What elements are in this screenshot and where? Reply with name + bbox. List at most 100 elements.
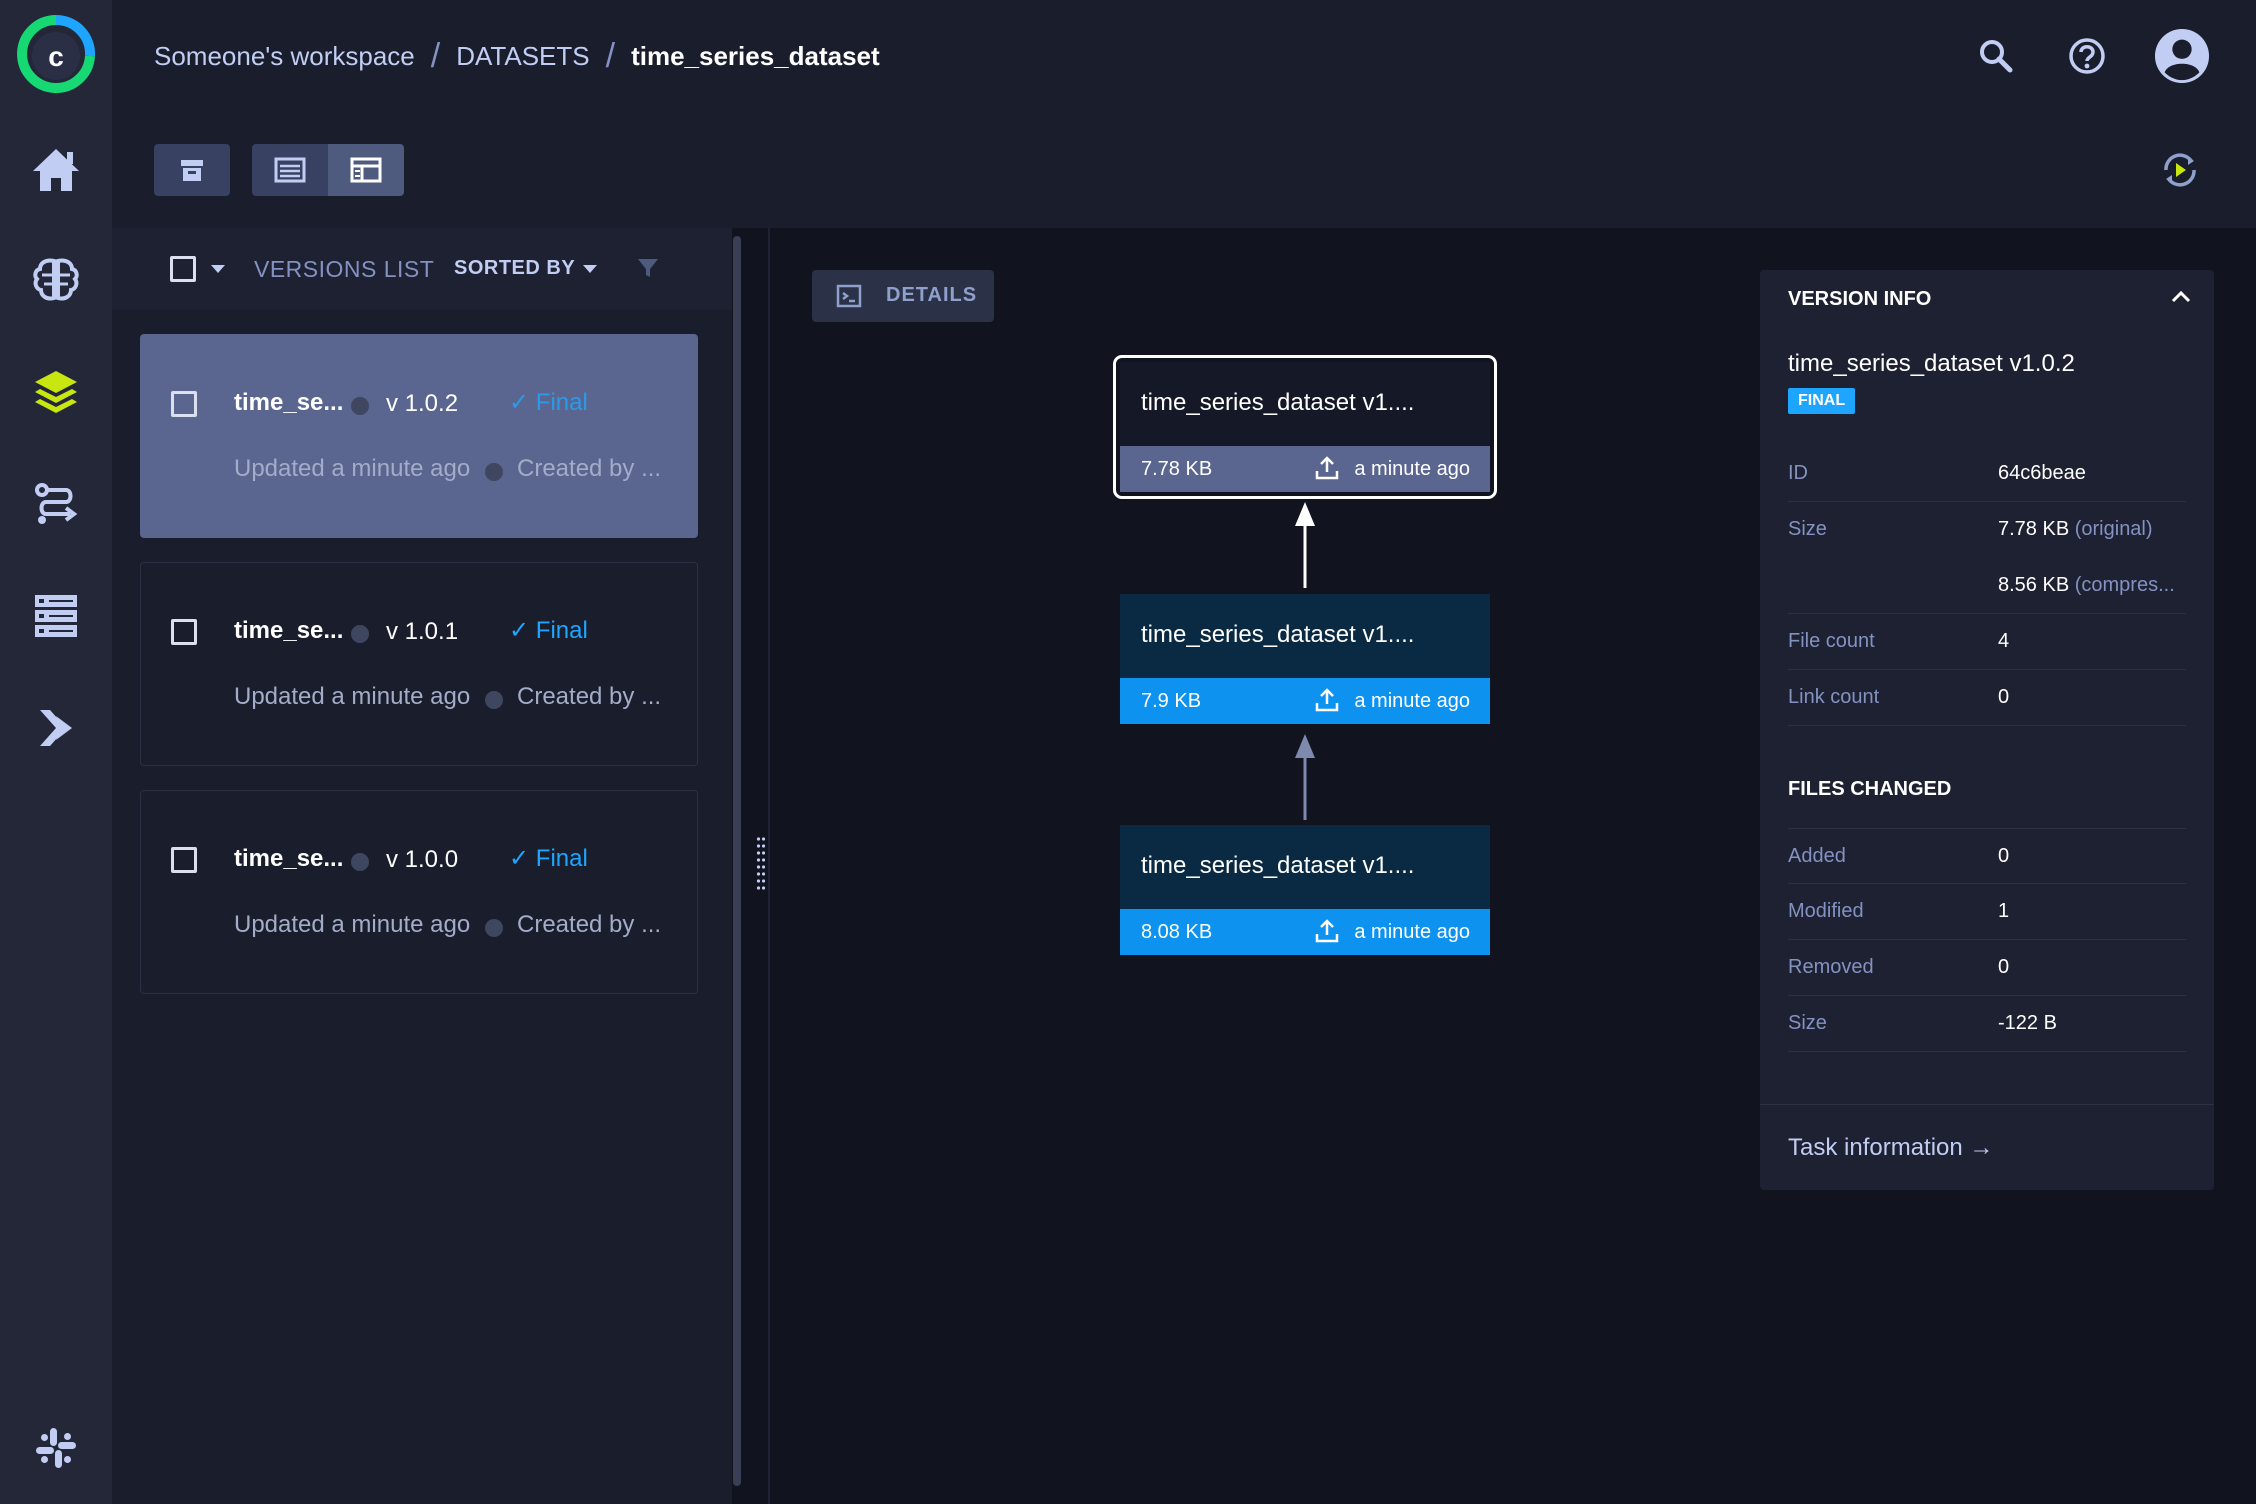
files-row-added: Added 0 xyxy=(1788,828,2186,884)
panel-divider xyxy=(768,228,770,1504)
user-menu[interactable] xyxy=(2154,28,2210,84)
applications-icon xyxy=(40,710,72,746)
auto-refresh-button[interactable] xyxy=(2152,142,2208,198)
info-value: 1 xyxy=(1998,900,2010,922)
list-view-icon xyxy=(274,157,306,183)
version-info-name: time_series_dataset v1.0.2 xyxy=(1788,350,2075,377)
separator-dot xyxy=(485,919,503,937)
graph-node-size: 8.08 KB xyxy=(1141,921,1213,943)
breadcrumb: Someone's workspace / DATASETS / time_se… xyxy=(154,0,880,112)
info-key: Removed xyxy=(1788,956,1874,978)
separator-dot xyxy=(485,691,503,709)
info-row-size: Size 7.78 KB (original) xyxy=(1788,502,2186,558)
versions-list-panel: VERSIONS LIST SORTED BY time_se... v 1.0… xyxy=(112,228,732,1504)
console-icon xyxy=(836,284,862,308)
graph-node-footer: 7.78 KB a minute ago xyxy=(1120,446,1490,492)
version-card[interactable]: time_se... v 1.0.2 ✓ Final Updated a min… xyxy=(140,334,698,538)
server-icon xyxy=(35,595,77,637)
graph-edge-arrow xyxy=(1295,502,1315,588)
graph-node-name: time_series_dataset v1.... xyxy=(1120,594,1490,678)
version-created-by: Created by ... xyxy=(517,683,662,710)
upload-icon xyxy=(1315,688,1339,712)
select-menu-chevron-icon[interactable] xyxy=(210,264,226,274)
brain-icon xyxy=(33,258,79,301)
collapse-chevron-icon[interactable] xyxy=(2166,282,2196,312)
task-information-label: Task information xyxy=(1788,1134,1963,1161)
info-row-file-count: File count 4 xyxy=(1788,614,2186,670)
info-key: ID xyxy=(1788,462,1808,484)
info-key: Size xyxy=(1788,518,1827,540)
panel-resize-handle[interactable] xyxy=(756,836,766,892)
filter-icon[interactable] xyxy=(636,256,660,280)
sidebar-item-projects[interactable] xyxy=(28,252,84,308)
version-status: ✓ Final xyxy=(509,388,588,417)
toolbar xyxy=(112,112,2256,228)
info-value: 4 xyxy=(1998,630,2010,652)
user-avatar-icon xyxy=(2154,28,2210,84)
app-logo[interactable]: c xyxy=(0,0,112,112)
info-value: 0 xyxy=(1998,845,2010,867)
size-compressed: 8.56 KB xyxy=(1998,574,2070,596)
version-updated: Updated a minute ago xyxy=(234,455,471,482)
sorted-by-menu[interactable]: SORTED BY xyxy=(454,257,575,280)
pipelines-icon xyxy=(35,483,78,524)
details-view-icon xyxy=(350,157,382,183)
sidebar-item-datasets[interactable] xyxy=(28,364,84,420)
details-button[interactable]: DETAILS xyxy=(812,270,994,322)
version-name: time_se... xyxy=(234,845,344,872)
version-status-label: Final xyxy=(535,389,588,416)
info-key: File count xyxy=(1788,630,1875,652)
version-status-label: Final xyxy=(535,617,588,644)
task-information-link[interactable]: Task information → xyxy=(1788,1134,1993,1162)
graph-node[interactable]: time_series_dataset v1.... 8.08 KB a min… xyxy=(1120,825,1490,955)
info-value: 0 xyxy=(1998,686,2010,708)
graph-node[interactable]: time_series_dataset v1.... 7.9 KB a minu… xyxy=(1120,594,1490,724)
sidebar-item-applications[interactable] xyxy=(28,700,84,756)
version-number: v 1.0.0 xyxy=(386,846,459,873)
sidebar-item-pipelines[interactable] xyxy=(28,476,84,532)
sort-chevron-icon[interactable] xyxy=(582,264,598,274)
version-name: time_se... xyxy=(234,617,344,644)
info-divider xyxy=(1760,1104,2214,1105)
check-icon: ✓ xyxy=(509,389,536,416)
breadcrumb-workspace[interactable]: Someone's workspace xyxy=(154,41,415,72)
status-dot xyxy=(351,397,369,415)
sidebar-item-home[interactable] xyxy=(28,142,84,198)
details-view-button[interactable] xyxy=(328,144,404,196)
version-card[interactable]: time_se... v 1.0.1 ✓ Final Updated a min… xyxy=(140,562,698,766)
versions-list-scrollbar[interactable] xyxy=(733,236,741,1486)
check-icon: ✓ xyxy=(509,617,536,644)
info-key: Link count xyxy=(1788,686,1880,708)
select-all-checkbox[interactable] xyxy=(170,256,196,282)
info-key: Modified xyxy=(1788,900,1864,922)
sidebar-item-workers[interactable] xyxy=(28,588,84,644)
status-dot xyxy=(351,625,369,643)
version-updated: Updated a minute ago xyxy=(234,683,471,710)
graph-node-time: a minute ago xyxy=(1354,458,1470,480)
versions-list-header: VERSIONS LIST SORTED BY xyxy=(112,228,732,310)
list-view-button[interactable] xyxy=(252,144,328,196)
versions-list-title: VERSIONS LIST xyxy=(254,256,435,282)
slack-link[interactable] xyxy=(28,1420,84,1476)
files-row-modified: Modified 1 xyxy=(1788,884,2186,940)
size-compressed-label: (compres... xyxy=(2074,574,2175,596)
breadcrumb-datasets[interactable]: DATASETS xyxy=(456,41,589,72)
version-number: v 1.0.2 xyxy=(386,390,459,417)
graph-node-selected[interactable]: time_series_dataset v1.... 7.78 KB a min… xyxy=(1113,355,1497,499)
version-info-title: VERSION INFO xyxy=(1788,288,1932,310)
version-card[interactable]: time_se... v 1.0.0 ✓ Final Updated a min… xyxy=(140,790,698,994)
files-changed-title: FILES CHANGED xyxy=(1788,778,1952,800)
search-button[interactable] xyxy=(1968,28,2024,84)
version-checkbox[interactable] xyxy=(171,391,197,417)
help-button[interactable] xyxy=(2059,28,2115,84)
sidebar: c xyxy=(0,0,112,1504)
version-checkbox[interactable] xyxy=(171,847,197,873)
info-row-id: ID 64c6beae xyxy=(1788,446,2186,502)
version-checkbox[interactable] xyxy=(171,619,197,645)
archive-button[interactable] xyxy=(154,144,230,196)
version-name: time_se... xyxy=(234,389,344,416)
status-badge: FINAL xyxy=(1788,388,1856,414)
slack-icon xyxy=(36,1428,76,1468)
separator-dot xyxy=(485,463,503,481)
graph-node-time: a minute ago xyxy=(1354,690,1470,712)
